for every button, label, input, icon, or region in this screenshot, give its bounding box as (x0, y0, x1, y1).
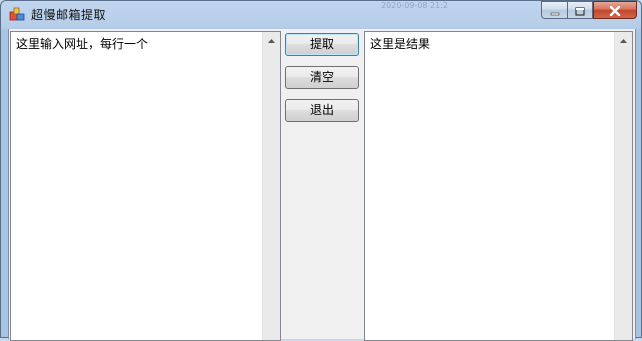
app-icon[interactable] (9, 6, 25, 22)
extract-button[interactable]: 提取 (285, 33, 359, 56)
url-input-textarea[interactable]: 这里输入网址，每行一个 (10, 31, 281, 341)
window-title: 超慢邮箱提取 (31, 8, 107, 22)
minimize-button[interactable] (541, 1, 567, 19)
title-bar[interactable]: 超慢邮箱提取 2020-09-08 21:2 (1, 1, 641, 29)
exit-button[interactable]: 退出 (285, 99, 359, 122)
background-faint-text: 2020-09-08 21:2 (381, 1, 448, 9)
result-output-textarea[interactable]: 这里是结果 (364, 31, 633, 341)
result-output-text: 这里是结果 (370, 37, 431, 51)
maximize-icon (575, 1, 585, 20)
output-vertical-scrollbar[interactable] (614, 32, 632, 340)
app-window: 超慢邮箱提取 2020-09-08 21:2 这里输入网址，每行一个 提取 清空… (0, 0, 642, 341)
clear-button[interactable]: 清空 (285, 66, 359, 89)
maximize-button[interactable] (567, 1, 593, 19)
scroll-up-arrow-icon[interactable] (263, 32, 280, 49)
input-vertical-scrollbar[interactable] (262, 32, 280, 340)
close-icon (609, 1, 621, 20)
minimize-icon (550, 1, 560, 20)
caption-buttons (541, 1, 637, 20)
close-button[interactable] (593, 1, 637, 19)
scroll-up-arrow-icon[interactable] (615, 32, 632, 49)
url-input-text: 这里输入网址，每行一个 (16, 37, 149, 51)
client-area: 这里输入网址，每行一个 提取 清空 退出 这里是结果 (8, 29, 636, 341)
